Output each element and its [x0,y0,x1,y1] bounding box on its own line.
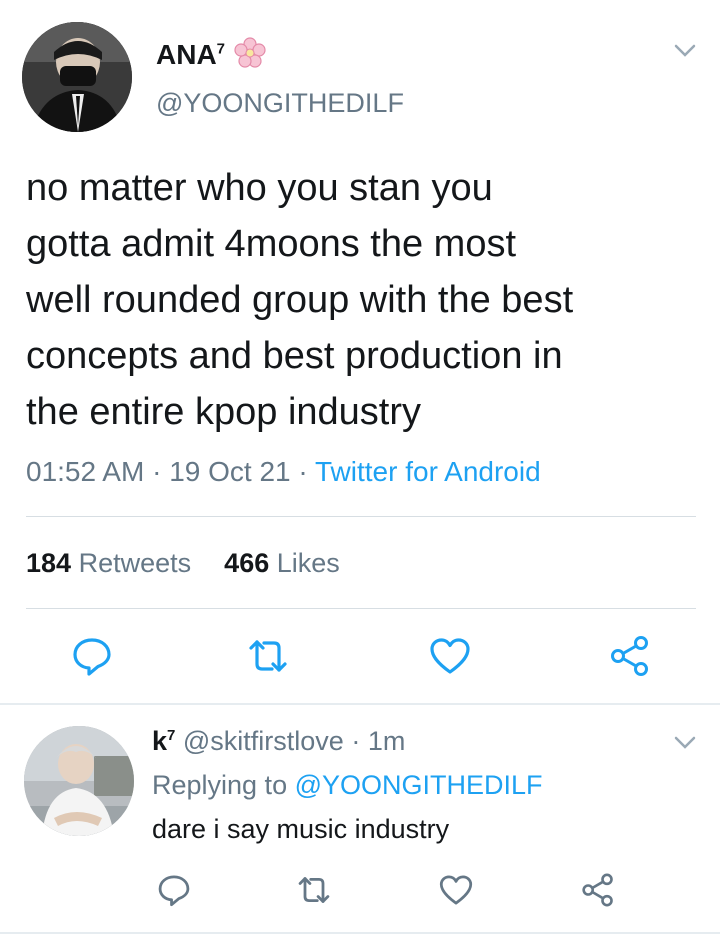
meta-separator: · [152,456,162,487]
tweet-date: 19 Oct 21 [169,456,291,487]
reply-avatar[interactable] [24,726,134,836]
tweet-time: 01:52 AM [26,456,145,487]
chevron-down-icon[interactable] [674,736,696,750]
replying-handle-link[interactable]: @YOONGITHEDILF [295,770,543,800]
retweet-icon[interactable] [296,872,332,908]
reply-header: k7 @skitfirstlove · 1m [152,726,405,757]
divider [26,516,696,517]
section-divider [0,932,720,934]
reply-display-name[interactable]: k7 [152,726,175,756]
reply-handle[interactable]: @skitfirstlove [183,726,344,756]
display-name[interactable]: ANA7 [156,36,267,71]
retweets-count[interactable]: 184 [26,548,71,578]
likes-count[interactable]: 466 [224,548,269,578]
retweet-icon[interactable] [246,634,290,678]
share-icon[interactable] [608,634,652,678]
heart-icon[interactable] [428,634,472,678]
tweet-meta: 01:52 AM · 19 Oct 21 · Twitter for Andro… [26,456,541,488]
reply-icon[interactable] [156,872,192,908]
replying-prefix: Replying to [152,770,288,800]
avatar[interactable] [22,22,132,132]
tweet-source-link[interactable]: Twitter for Android [315,456,541,487]
tweet-stats: 184 Retweets 466 Likes [26,548,340,579]
share-icon[interactable] [580,872,616,908]
meta-separator: · [351,726,361,756]
divider [26,608,696,609]
section-divider [0,703,720,705]
reply-age: 1m [367,726,406,756]
cherry-blossom-icon [234,37,266,68]
user-handle[interactable]: @YOONGITHEDILF [156,88,404,119]
tweet-text: no matter who you stan you gotta admit 4… [26,167,574,433]
replying-to: Replying to @YOONGITHEDILF [152,770,543,801]
reply-icon[interactable] [70,634,114,678]
heart-icon[interactable] [438,872,474,908]
chevron-down-icon[interactable] [674,44,696,58]
likes-label[interactable]: Likes [277,548,340,578]
reply-text: dare i say music industry [152,814,450,844]
retweets-label[interactable]: Retweets [79,548,192,578]
meta-separator: · [298,456,308,487]
